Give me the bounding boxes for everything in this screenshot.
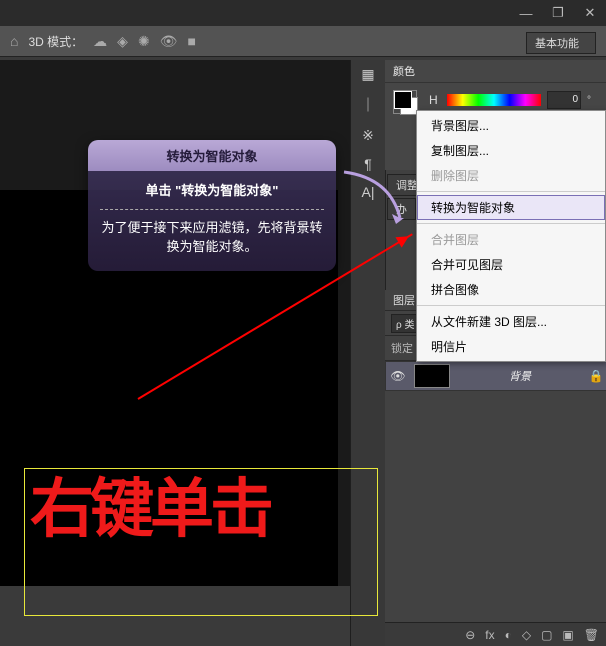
color-panel-title[interactable]: 颜色	[385, 60, 606, 83]
close-button[interactable]: ✕	[575, 2, 605, 24]
menu-postcard[interactable]: 明信片	[417, 334, 605, 359]
workspace-preset-dropdown[interactable]: 基本功能	[526, 32, 596, 54]
tutorial-tooltip: 转换为智能对象 单击 "转换为智能对象" 为了便于接下来应用滤镜，先将背景转换为…	[88, 140, 336, 271]
light-icon[interactable]: ✺	[138, 33, 150, 50]
tooltip-description: 为了便于接下来应用滤镜，先将背景转换为智能对象。	[100, 218, 324, 257]
h-value[interactable]: 0	[547, 91, 581, 109]
mask-icon[interactable]: ◐	[505, 628, 512, 642]
tooltip-instruction: 单击 "转换为智能对象"	[100, 181, 324, 210]
tab-layers[interactable]: 图层	[393, 292, 415, 308]
menu-separator	[417, 223, 605, 224]
layer-context-menu: 背景图层... 复制图层... 删除图层 转换为智能对象 合并图层 合并可见图层…	[416, 110, 606, 362]
layer-row-background[interactable]: 👁 背景 🔒	[385, 361, 606, 391]
minimize-button[interactable]: —	[511, 2, 541, 24]
restore-button[interactable]: ❐	[543, 2, 573, 24]
menu-delete-layer: 删除图层	[417, 163, 605, 188]
menu-separator	[417, 191, 605, 192]
navigator-icon[interactable]: ｜	[361, 95, 375, 115]
h-label: H	[429, 93, 441, 107]
options-bar: ⌂ 3D 模式： ☁ ◈ ✺ 👁 ■	[0, 26, 606, 57]
visibility-eye-icon[interactable]: 👁	[386, 369, 410, 383]
layer-name[interactable]: 背景	[454, 368, 586, 384]
eye-icon[interactable]: 👁	[160, 33, 178, 50]
character-icon[interactable]: A|	[362, 184, 375, 200]
menu-duplicate-layer[interactable]: 复制图层...	[417, 138, 605, 163]
app-root: — ❐ ✕ ⌂ 3D 模式： ☁ ◈ ✺ 👁 ■ 基本功能 ▦ ｜ ※ ¶ A|…	[0, 0, 606, 646]
tab-other[interactable]: 办	[387, 198, 416, 220]
layers-footer: ⊖ fx ◐ ◇ ▢ ▣ 🗑	[385, 622, 606, 646]
lock-icon[interactable]: 🔒	[586, 369, 606, 383]
layer-thumbnail[interactable]	[414, 364, 450, 388]
hue-slider[interactable]	[447, 94, 541, 106]
menu-background-layer[interactable]: 背景图层...	[417, 113, 605, 138]
menu-merge-visible[interactable]: 合并可见图层	[417, 252, 605, 277]
group-icon[interactable]: ▢	[541, 628, 552, 642]
new-layer-icon[interactable]: ▣	[562, 628, 573, 642]
styles-icon[interactable]: ※	[362, 127, 374, 144]
orbit-icon[interactable]: ☁	[93, 33, 107, 50]
lock-label: 锁定	[391, 343, 413, 355]
camera-icon[interactable]: ■	[187, 33, 195, 49]
menu-merge-layers: 合并图层	[417, 227, 605, 252]
mode-label: 3D 模式：	[28, 33, 83, 50]
menu-new-3d-from-file[interactable]: 从文件新建 3D 图层...	[417, 309, 605, 334]
paragraph-icon[interactable]: ¶	[364, 156, 372, 172]
menu-flatten[interactable]: 拼合图像	[417, 277, 605, 302]
adjustment-icon[interactable]: ◇	[522, 628, 531, 642]
titlebar: — ❐ ✕	[0, 0, 606, 26]
histogram-icon[interactable]: ▦	[361, 66, 374, 83]
home-icon[interactable]: ⌂	[10, 33, 18, 49]
link-icon[interactable]: ⊖	[465, 628, 475, 642]
deg-unit: °	[587, 95, 599, 106]
cube-icon[interactable]: ◈	[117, 33, 128, 50]
menu-separator	[417, 305, 605, 306]
fx-icon[interactable]: fx	[485, 628, 494, 642]
fg-swatch[interactable]	[394, 91, 412, 109]
menu-convert-smart-object[interactable]: 转换为智能对象	[417, 195, 605, 220]
annotation-text: 右键单击	[30, 478, 380, 542]
trash-icon[interactable]: 🗑	[584, 628, 599, 642]
color-swatch[interactable]	[393, 90, 417, 114]
tooltip-title: 转换为智能对象	[88, 140, 336, 171]
